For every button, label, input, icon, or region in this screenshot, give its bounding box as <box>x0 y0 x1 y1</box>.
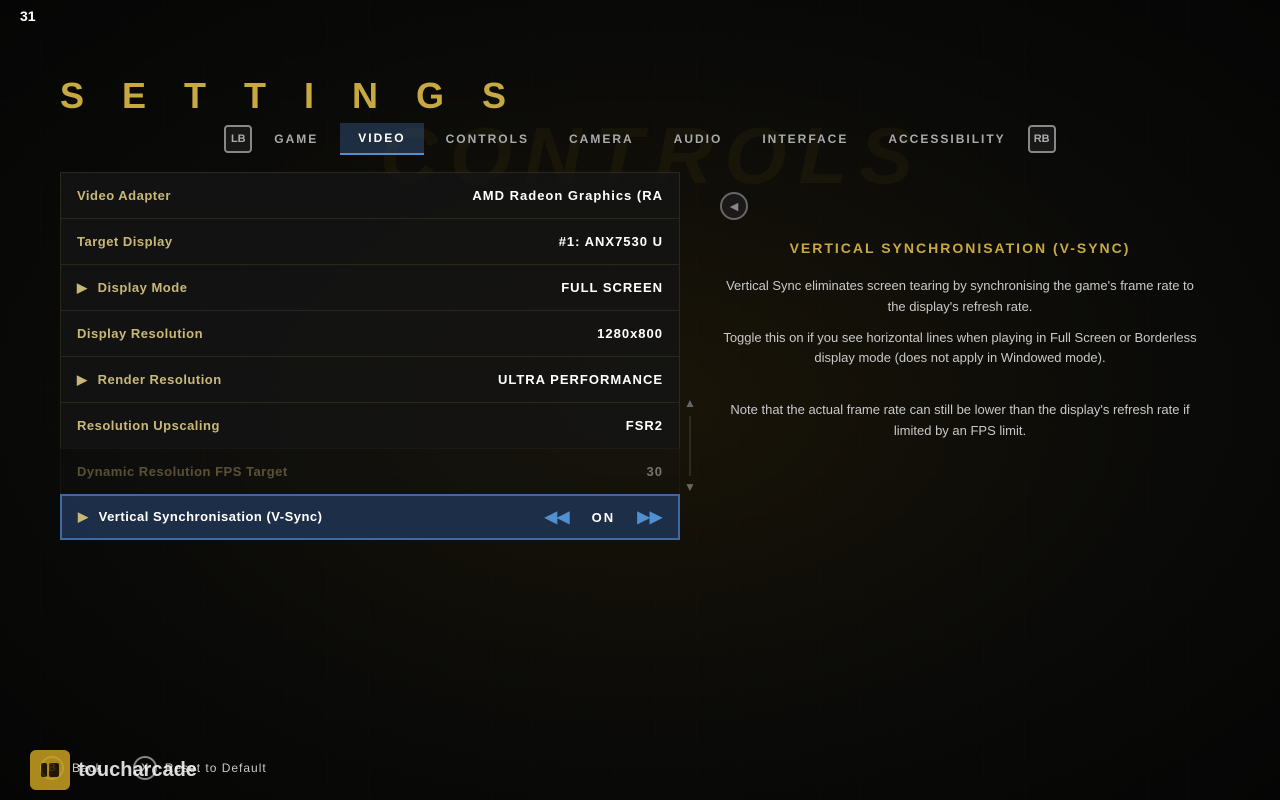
vsync-controls: ◀◀ ON ▶▶ <box>545 507 662 527</box>
scroll-up-btn[interactable]: ▲ <box>682 396 698 412</box>
setting-row-display-mode[interactable]: ▶ Display Mode FULL SCREEN <box>60 264 680 310</box>
nav-left-icon[interactable]: LB <box>224 125 252 153</box>
scroll-down-btn[interactable]: ▼ <box>682 480 698 496</box>
setting-row-video-adapter[interactable]: Video Adapter AMD Radeon Graphics (RA <box>60 172 680 218</box>
setting-value-video-adapter: AMD Radeon Graphics (RA <box>472 188 663 203</box>
nav-right-icon[interactable]: RB <box>1028 125 1056 153</box>
tab-audio[interactable]: AUDIO <box>656 124 741 154</box>
tab-interface[interactable]: INTERFACE <box>744 124 866 154</box>
setting-row-vsync[interactable]: ▶ Vertical Synchronisation (V-Sync) ◀◀ O… <box>60 494 680 540</box>
setting-label-vsync: ▶ Vertical Synchronisation (V-Sync) <box>78 509 545 525</box>
scroll-indicator: ▲ ▼ <box>682 396 698 496</box>
setting-row-target-display[interactable]: Target Display #1: ANX7530 U <box>60 218 680 264</box>
setting-label-dynamic-fps: Dynamic Resolution FPS Target <box>77 464 647 479</box>
main-content: Video Adapter AMD Radeon Graphics (RA Ta… <box>60 172 1220 720</box>
page-title: S E T T I N G S <box>60 75 520 117</box>
info-panel: ◄ VERTICAL SYNCHRONISATION (V-SYNC) Vert… <box>700 172 1220 720</box>
tab-controls[interactable]: CONTROLS <box>428 124 547 154</box>
info-panel-back-btn[interactable]: ◄ <box>720 192 748 220</box>
setting-row-resolution-upscaling[interactable]: Resolution Upscaling FSR2 <box>60 402 680 448</box>
tab-accessibility[interactable]: ACCESSIBILITY <box>870 124 1023 154</box>
setting-label-display-mode: ▶ Display Mode <box>77 280 561 296</box>
setting-row-display-resolution[interactable]: Display Resolution 1280x800 <box>60 310 680 356</box>
setting-row-dynamic-fps: Dynamic Resolution FPS Target 30 <box>60 448 680 494</box>
setting-label-video-adapter: Video Adapter <box>77 188 472 203</box>
arrow-prefix-vsync: ▶ <box>78 509 89 524</box>
setting-value-resolution-upscaling: FSR2 <box>626 418 663 433</box>
watermark-logo <box>30 750 70 790</box>
setting-label-target-display: Target Display <box>77 234 559 249</box>
footer: B Back X Reset to Default <box>40 756 1240 780</box>
setting-value-target-display: #1: ANX7530 U <box>559 234 663 249</box>
arrow-prefix-display-mode: ▶ <box>77 280 88 295</box>
frame-counter: 31 <box>20 8 36 24</box>
tab-game[interactable]: GAME <box>256 124 336 154</box>
vsync-arrow-right[interactable]: ▶▶ <box>637 507 662 527</box>
setting-label-resolution-upscaling: Resolution Upscaling <box>77 418 626 433</box>
info-panel-description: Vertical Sync eliminates screen tearing … <box>720 276 1200 452</box>
setting-value-dynamic-fps: 30 <box>647 464 663 479</box>
tab-video[interactable]: VIDEO <box>340 123 423 155</box>
watermark: toucharcade <box>30 750 197 790</box>
settings-list: Video Adapter AMD Radeon Graphics (RA Ta… <box>60 172 680 720</box>
setting-value-display-mode: FULL SCREEN <box>561 280 663 295</box>
setting-label-display-resolution: Display Resolution <box>77 326 597 341</box>
info-panel-title: VERTICAL SYNCHRONISATION (V-SYNC) <box>720 240 1200 256</box>
vsync-arrow-left[interactable]: ◀◀ <box>545 507 570 527</box>
setting-value-display-resolution: 1280x800 <box>597 326 663 341</box>
setting-label-render-resolution: ▶ Render Resolution <box>77 372 498 388</box>
watermark-text: toucharcade <box>78 759 197 782</box>
navigation-bar: LB GAME VIDEO CONTROLS CAMERA AUDIO INTE… <box>0 118 1280 160</box>
setting-value-render-resolution: ULTRA PERFORMANCE <box>498 372 663 387</box>
tab-camera[interactable]: CAMERA <box>551 124 652 154</box>
setting-row-render-resolution[interactable]: ▶ Render Resolution ULTRA PERFORMANCE <box>60 356 680 402</box>
arrow-prefix-render-resolution: ▶ <box>77 372 88 387</box>
vsync-value: ON <box>583 510 623 525</box>
